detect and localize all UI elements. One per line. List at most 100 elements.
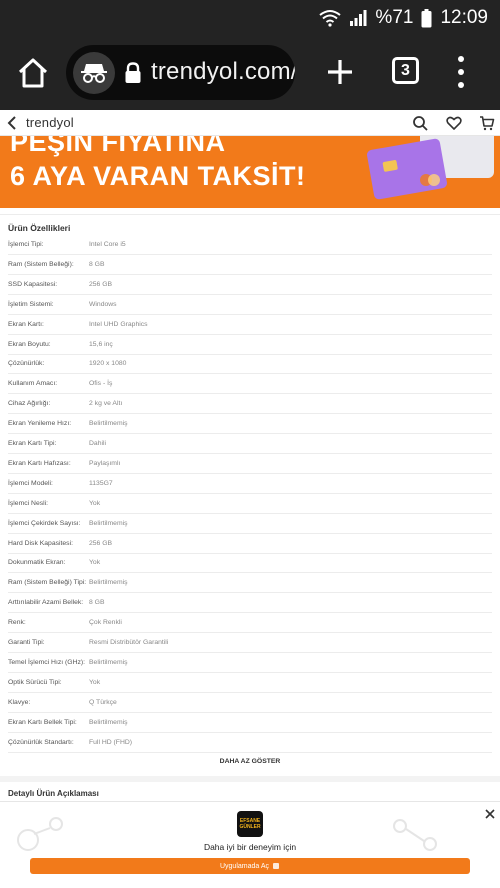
description-title[interactable]: Detaylı Ürün Açıklaması (8, 789, 99, 798)
spec-value: Resmi Distribütör Garantili (89, 639, 169, 646)
battery-icon (421, 8, 432, 28)
spec-label: Ekran Kartı Hafızası: (8, 459, 71, 467)
spec-label: Cihaz Ağırlığı: (8, 400, 51, 408)
spec-value: Q Türkçe (89, 698, 117, 706)
section-divider (0, 776, 500, 782)
spec-label: Dokunmatik Ekran: (8, 559, 66, 567)
spec-label: Ekran Yenileme Hızı: (8, 420, 72, 428)
close-icon[interactable] (484, 808, 496, 820)
spec-row: Ekran Kartı: Intel UHD Graphics (8, 315, 492, 335)
cart-icon[interactable] (479, 115, 495, 131)
spec-value: Belirtilmemiş (89, 579, 128, 587)
spec-row: Garanti Tipi: Resmi Distribütör Garantili (8, 633, 492, 653)
spec-label: Klavye: (8, 698, 31, 706)
spec-value: 15,6 inç (89, 340, 113, 348)
spec-value: 256 GB (89, 280, 113, 288)
plus-icon (328, 60, 352, 84)
spec-label: İşletim Sistemi: (8, 300, 54, 308)
spec-value: 8 GB (89, 599, 105, 607)
heart-icon[interactable] (446, 115, 462, 131)
spec-value: 1920 x 1080 (89, 360, 127, 368)
spec-value: 8 GB (89, 260, 105, 268)
spec-value: Paylaşımlı (89, 459, 121, 467)
spec-label: Ekran Boyutu: (8, 340, 51, 348)
spec-label: Ram (Sistem Belleği): (8, 260, 74, 268)
spec-row: Dokunmatik Ekran: Yok (8, 553, 492, 574)
app-logo-line-2: GÜNLER (239, 824, 261, 830)
status-bar: %71 12:09 (0, 0, 500, 36)
spec-label: Çözünürlük: (8, 360, 45, 368)
spec-value: Full HD (FHD) (89, 738, 133, 746)
spec-label: İşlemci Nesli: (8, 499, 49, 507)
spec-label: Arttırılabilir Azami Bellek: (8, 599, 84, 607)
spec-row: İşlemci Tipi: Intel Core i5 (8, 235, 492, 255)
spec-value: Intel UHD Graphics (89, 320, 148, 328)
spec-label: Kullanım Amacı: (8, 380, 58, 388)
spec-row: SSD Kapasitesi: 256 GB (8, 275, 492, 295)
spec-label: Ekran Kartı Tipi: (8, 440, 57, 447)
app-icon (273, 863, 280, 869)
spec-row: İşlemci Nesli: Yok (8, 494, 492, 514)
spec-value: 2 kg ve Altı (89, 400, 123, 408)
spec-row: Cihaz Ağırlığı: 2 kg ve Altı (8, 394, 492, 415)
new-tab-button[interactable] (324, 56, 356, 88)
more-vert-icon[interactable] (455, 56, 467, 88)
spec-value: Yok (89, 499, 101, 507)
spec-row: Ekran Kartı Tipi: Dahili (8, 434, 492, 454)
spec-value: Belirtilmemiş (89, 420, 128, 428)
spec-label: Optik Sürücü Tipi: (8, 678, 62, 686)
home-icon (18, 58, 48, 88)
spec-label: İşlemci Modeli: (8, 479, 53, 487)
chevron-left-icon[interactable] (6, 115, 20, 131)
spec-row: Optik Sürücü Tipi: Yok (8, 673, 492, 693)
site-logo[interactable]: trendyol (26, 115, 74, 130)
spec-row: Temel İşlemci Hızı (GHz): Belirtilmemiş (8, 653, 492, 673)
spec-value: Belirtilmemiş (89, 519, 128, 527)
browser-toolbar: trendyol.com/ 3 (0, 36, 500, 110)
spec-value: Intel Core i5 (89, 241, 126, 248)
search-icon[interactable] (412, 115, 428, 131)
spec-value: 1135G7 (89, 479, 113, 487)
home-button[interactable] (16, 56, 50, 90)
spec-value: Çok Renkli (89, 619, 122, 627)
spec-value: Belirtilmemiş (89, 658, 128, 666)
show-less-button[interactable]: DAHA AZ GÖSTER (0, 758, 500, 765)
spec-value: Ofis - İş (89, 380, 113, 388)
spec-row: Ekran Yenileme Hızı: Belirtilmemiş (8, 414, 492, 435)
app-download-banner: EFSANE GÜNLER Daha iyi bir deneyim için … (0, 801, 500, 888)
open-in-app-button[interactable]: Uygulamada Aç (30, 858, 470, 874)
battery-percent: %71 (375, 7, 414, 28)
tab-switcher-button[interactable]: 3 (392, 57, 419, 84)
spec-label: Temel İşlemci Hızı (GHz): (8, 658, 86, 666)
promo-line-2: 6 AYA VARAN TAKSİT! (10, 161, 306, 191)
url-text: trendyol.com/ (151, 58, 295, 85)
address-bar[interactable]: trendyol.com/ (66, 45, 295, 100)
spec-row: Kullanım Amacı: Ofis - İş (8, 374, 492, 395)
incognito-icon[interactable] (73, 52, 115, 94)
lock-icon (125, 62, 141, 83)
spec-value: 256 GB (89, 539, 113, 547)
spec-label: Ekran Kartı: (8, 320, 44, 328)
spec-row: Çözünürlük: 1920 x 1080 (8, 354, 492, 375)
spec-value: Belirtilmemiş (89, 718, 128, 726)
wifi-icon (319, 9, 342, 27)
signal-icon (349, 9, 367, 27)
spec-row: İşletim Sistemi: Windows (8, 295, 492, 315)
spec-label: Hard Disk Kapasitesi: (8, 539, 73, 547)
spec-row: İşlemci Modeli: 1135G7 (8, 474, 492, 494)
spec-value: Dahili (89, 440, 106, 447)
promo-line-1: PEŞİN FİYATINA (10, 136, 226, 157)
spec-row: Ekran Boyutu: 15,6 inç (8, 335, 492, 355)
credit-card-illustration (367, 136, 494, 200)
app-logo: EFSANE GÜNLER (237, 811, 263, 837)
spec-row: Klavye: Q Türkçe (8, 693, 492, 713)
spec-label: İşlemci Tipi: (8, 241, 44, 248)
decorative-pattern (393, 819, 437, 851)
spec-row: Arttırılabilir Azami Bellek: 8 GB (8, 593, 492, 614)
spec-value: Yok (89, 559, 101, 567)
spec-row: Ram (Sistem Belleği) Tipi: Belirtilmemiş (8, 573, 492, 594)
clock: 12:09 (440, 7, 488, 28)
spec-label: Garanti Tipi: (8, 639, 45, 646)
promo-banner[interactable]: PEŞİN FİYATINA 6 AYA VARAN TAKSİT! (0, 136, 500, 208)
spec-label: Çözünürlük Standartı: (8, 738, 74, 746)
